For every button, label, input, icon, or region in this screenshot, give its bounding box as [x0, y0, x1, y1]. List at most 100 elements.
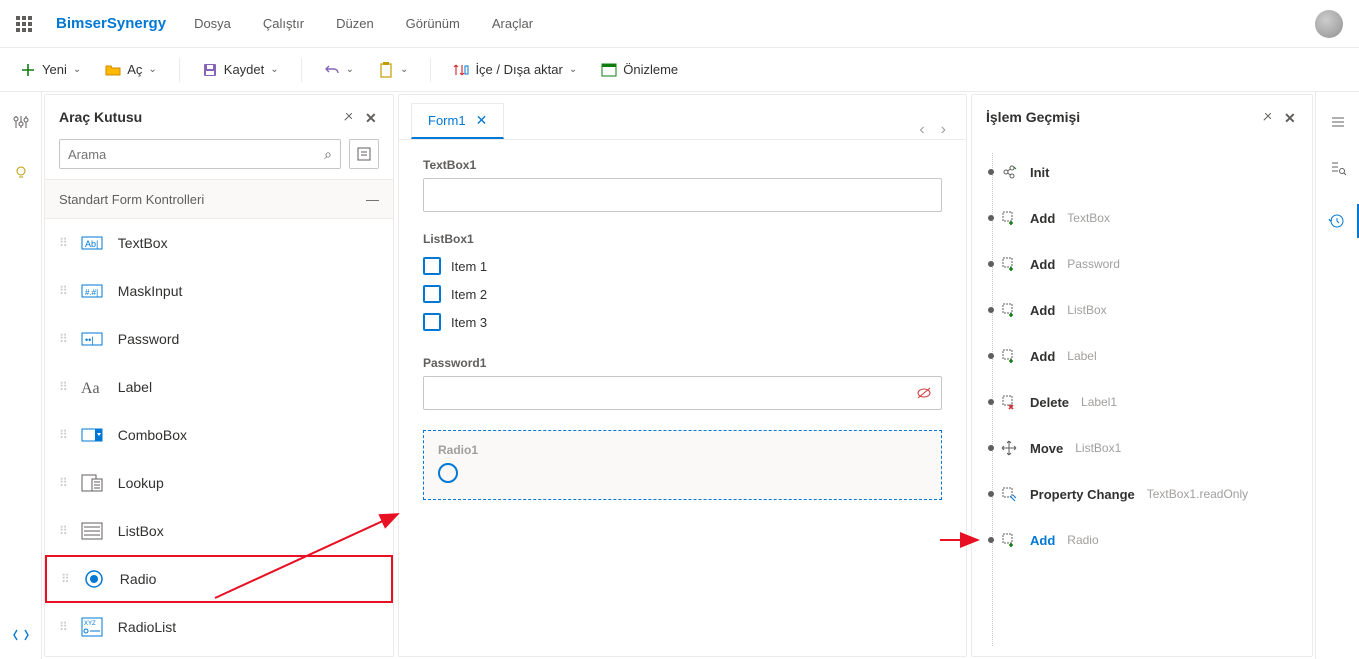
textbox-label: TextBox1	[423, 158, 942, 172]
toolbox-item-label: Label	[118, 379, 152, 395]
listbox-option[interactable]: Item 3	[423, 308, 942, 336]
listbox-option[interactable]: Item 1	[423, 252, 942, 280]
new-button[interactable]: Yeni ⌄	[12, 58, 89, 82]
field-password[interactable]: Password1	[423, 356, 942, 410]
pin-icon[interactable]	[1262, 110, 1276, 124]
menu-duzen[interactable]: Düzen	[336, 16, 374, 31]
list-icon[interactable]	[1328, 112, 1348, 132]
history-entry[interactable]: AddPassword	[990, 241, 1306, 287]
folder-icon	[105, 62, 121, 78]
bulb-icon[interactable]	[11, 162, 31, 182]
history-entry[interactable]: Init	[990, 149, 1306, 195]
history-entry[interactable]: AddLabel	[990, 333, 1306, 379]
radiolist-icon: XYZ	[80, 615, 104, 639]
save-button[interactable]: Kaydet ⌄	[194, 58, 287, 82]
menu-gorunum[interactable]: Görünüm	[406, 16, 460, 31]
combo-icon	[80, 423, 104, 447]
chevron-down-icon: ⌄	[346, 64, 354, 75]
password-input[interactable]	[423, 376, 942, 410]
history-add-icon	[1000, 531, 1018, 549]
radio-icon	[82, 567, 106, 591]
preview-button[interactable]: Önizleme	[593, 58, 686, 82]
menu-dosya[interactable]: Dosya	[194, 16, 231, 31]
open-label: Aç	[127, 62, 142, 77]
toolbox-panel: Araç Kutusu ✕ ⌕ Standart Form Kontroller…	[44, 94, 394, 657]
field-listbox[interactable]: ListBox1 Item 1Item 2 Item 3	[423, 232, 942, 336]
toolbox-item-textbox[interactable]: ⠿ Ab| TextBox	[45, 219, 393, 267]
history-action: Add	[1030, 211, 1055, 226]
pin-icon[interactable]	[343, 110, 357, 124]
svg-text:••|: ••|	[85, 335, 94, 345]
toolbox-item-label: TextBox	[118, 235, 168, 251]
menu-calistir[interactable]: Çalıştır	[263, 16, 304, 31]
search-input[interactable]	[68, 147, 324, 162]
history-init-icon	[1000, 163, 1018, 181]
avatar[interactable]	[1315, 10, 1343, 38]
history-entry[interactable]: AddTextBox	[990, 195, 1306, 241]
sliders-icon[interactable]	[11, 112, 31, 132]
app-launcher-icon[interactable]	[16, 16, 32, 32]
history-entry[interactable]: MoveListBox1	[990, 425, 1306, 471]
tab-prev-icon[interactable]: ‹	[919, 121, 924, 139]
grip-icon: ⠿	[59, 236, 66, 250]
tab-close-icon[interactable]: ✕	[476, 112, 488, 129]
undo-button[interactable]: ⌄	[316, 58, 362, 82]
textbox-input[interactable]	[423, 178, 942, 212]
field-textbox[interactable]: TextBox1	[423, 158, 942, 212]
toolbox-item-label[interactable]: ⠿AaLabel	[45, 363, 393, 411]
svg-text:Aa: Aa	[81, 380, 100, 396]
history-entry[interactable]: DeleteLabel1	[990, 379, 1306, 425]
lookup-icon	[80, 471, 104, 495]
radio-circle-icon[interactable]	[438, 463, 458, 483]
search-icon: ⌕	[324, 146, 332, 163]
field-radio-selected[interactable]: Radio1	[423, 430, 942, 500]
undo-icon	[324, 62, 340, 78]
collapse-all-button[interactable]	[349, 139, 379, 169]
open-button[interactable]: Aç ⌄	[97, 58, 165, 82]
toolbox-item-maskinput[interactable]: ⠿#.#|MaskInput	[45, 267, 393, 315]
clipboard-button[interactable]: ⌄	[370, 58, 416, 82]
history-entry[interactable]: Property ChangeTextBox1.readOnly	[990, 471, 1306, 517]
history-move-icon	[1000, 439, 1018, 457]
tab-form1[interactable]: Form1 ✕	[411, 103, 504, 139]
close-icon[interactable]: ✕	[365, 110, 379, 124]
import-export-button[interactable]: İçe / Dışa aktar ⌄	[445, 58, 585, 82]
svg-text:XYZ: XYZ	[84, 621, 96, 627]
listbox-icon	[80, 519, 104, 543]
grip-icon: ⠿	[59, 620, 66, 634]
toolbox-item-radiolist[interactable]: ⠿XYZRadioList	[45, 603, 393, 651]
tab-next-icon[interactable]: ›	[941, 121, 946, 139]
grip-icon: ⠿	[59, 428, 66, 442]
textbox-icon: Ab|	[80, 231, 104, 255]
password-label: Password1	[423, 356, 942, 370]
toolbox-item-radio[interactable]: ⠿Radio	[45, 555, 393, 603]
preview-icon	[601, 62, 617, 78]
label-icon: Aa	[80, 375, 104, 399]
right-rail	[1315, 92, 1359, 659]
import-export-icon	[453, 62, 469, 78]
eye-off-icon[interactable]	[916, 386, 932, 400]
toolbox-item-label: ListBox	[118, 523, 164, 539]
listbox-option[interactable]: Item 2	[423, 280, 942, 308]
menubar: Dosya Çalıştır Düzen Görünüm Araçlar	[194, 16, 533, 31]
brand[interactable]: BimserSynergy	[56, 15, 166, 32]
toolbox-item-listbox[interactable]: ⠿ListBox	[45, 507, 393, 555]
history-entry[interactable]: AddRadio	[990, 517, 1306, 563]
close-icon[interactable]: ✕	[1284, 110, 1298, 124]
menu-araclar[interactable]: Araçlar	[492, 16, 533, 31]
toolbox-item-password[interactable]: ⠿••|Password	[45, 315, 393, 363]
listbox-option-label: Item 3	[451, 315, 487, 330]
tab-label: Form1	[428, 113, 466, 128]
find-list-icon[interactable]	[1328, 158, 1348, 178]
history-detail: TextBox1.readOnly	[1147, 487, 1248, 501]
code-brackets-icon[interactable]	[11, 625, 31, 645]
history-icon[interactable]	[1316, 204, 1359, 238]
listbox-label: ListBox1	[423, 232, 942, 246]
toolbox-item-lookup[interactable]: ⠿Lookup	[45, 459, 393, 507]
grip-icon: ⠿	[59, 332, 66, 346]
toolbox-group-header[interactable]: Standart Form Kontrolleri —	[45, 179, 393, 219]
radio-label: Radio1	[438, 443, 927, 457]
search-input-wrap[interactable]: ⌕	[59, 139, 341, 169]
history-entry[interactable]: AddListBox	[990, 287, 1306, 333]
toolbox-item-combobox[interactable]: ⠿ComboBox	[45, 411, 393, 459]
